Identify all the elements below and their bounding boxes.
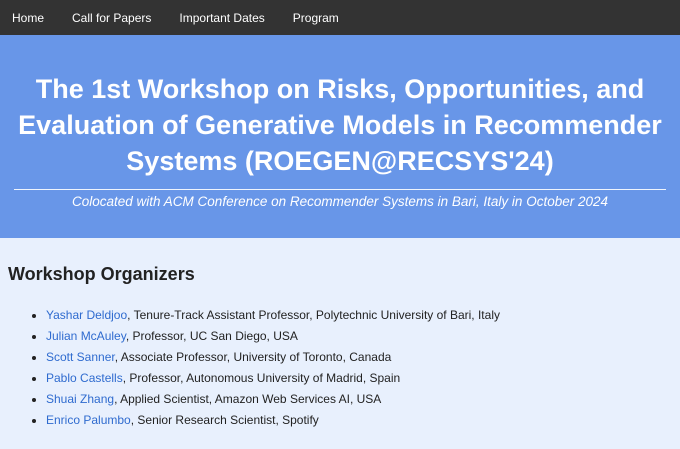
top-navbar: Home Call for Papers Important Dates Pro…	[0, 0, 680, 35]
hero-divider	[14, 189, 666, 190]
workshop-subtitle: Colocated with ACM Conference on Recomme…	[72, 194, 608, 209]
organizer-name-link[interactable]: Yashar Deldjoo	[46, 308, 127, 322]
hero-banner: The 1st Workshop on Risks, Opportunities…	[0, 35, 680, 238]
nav-home-link[interactable]: Home	[12, 11, 44, 25]
organizer-role: , Professor, Autonomous University of Ma…	[122, 371, 401, 385]
organizers-list: Yashar Deldjoo, Tenure-Track Assistant P…	[8, 305, 680, 431]
organizer-role: , Tenure-Track Assistant Professor, Poly…	[127, 308, 500, 322]
organizer-name-link[interactable]: Pablo Castells	[46, 371, 123, 385]
organizer-item: Pablo Castells, Professor, Autonomous Un…	[46, 368, 680, 389]
organizer-name-link[interactable]: Scott Sanner	[46, 350, 115, 364]
nav-call-for-papers-link[interactable]: Call for Papers	[72, 11, 151, 25]
organizer-item: Enrico Palumbo, Senior Research Scientis…	[46, 410, 680, 431]
organizer-item: Shuai Zhang, Applied Scientist, Amazon W…	[46, 389, 680, 410]
workshop-title: The 1st Workshop on Risks, Opportunities…	[18, 74, 662, 176]
nav-important-dates-link[interactable]: Important Dates	[179, 11, 264, 25]
organizer-name-link[interactable]: Shuai Zhang	[46, 392, 114, 406]
organizer-name-link[interactable]: Enrico Palumbo	[46, 413, 131, 427]
organizer-role: , Applied Scientist, Amazon Web Services…	[114, 392, 382, 406]
organizers-heading: Workshop Organizers	[8, 264, 195, 284]
organizer-item: Yashar Deldjoo, Tenure-Track Assistant P…	[46, 305, 680, 326]
organizer-role: , Senior Research Scientist, Spotify	[130, 413, 319, 427]
nav-program-link[interactable]: Program	[293, 11, 339, 25]
organizer-item: Scott Sanner, Associate Professor, Unive…	[46, 347, 680, 368]
main-content: Workshop Organizers Yashar Deldjoo, Tenu…	[0, 264, 680, 431]
organizer-role: , Professor, UC San Diego, USA	[125, 329, 298, 343]
organizer-role: , Associate Professor, University of Tor…	[114, 350, 392, 364]
organizer-name-link[interactable]: Julian McAuley	[46, 329, 126, 343]
organizer-item: Julian McAuley, Professor, UC San Diego,…	[46, 326, 680, 347]
